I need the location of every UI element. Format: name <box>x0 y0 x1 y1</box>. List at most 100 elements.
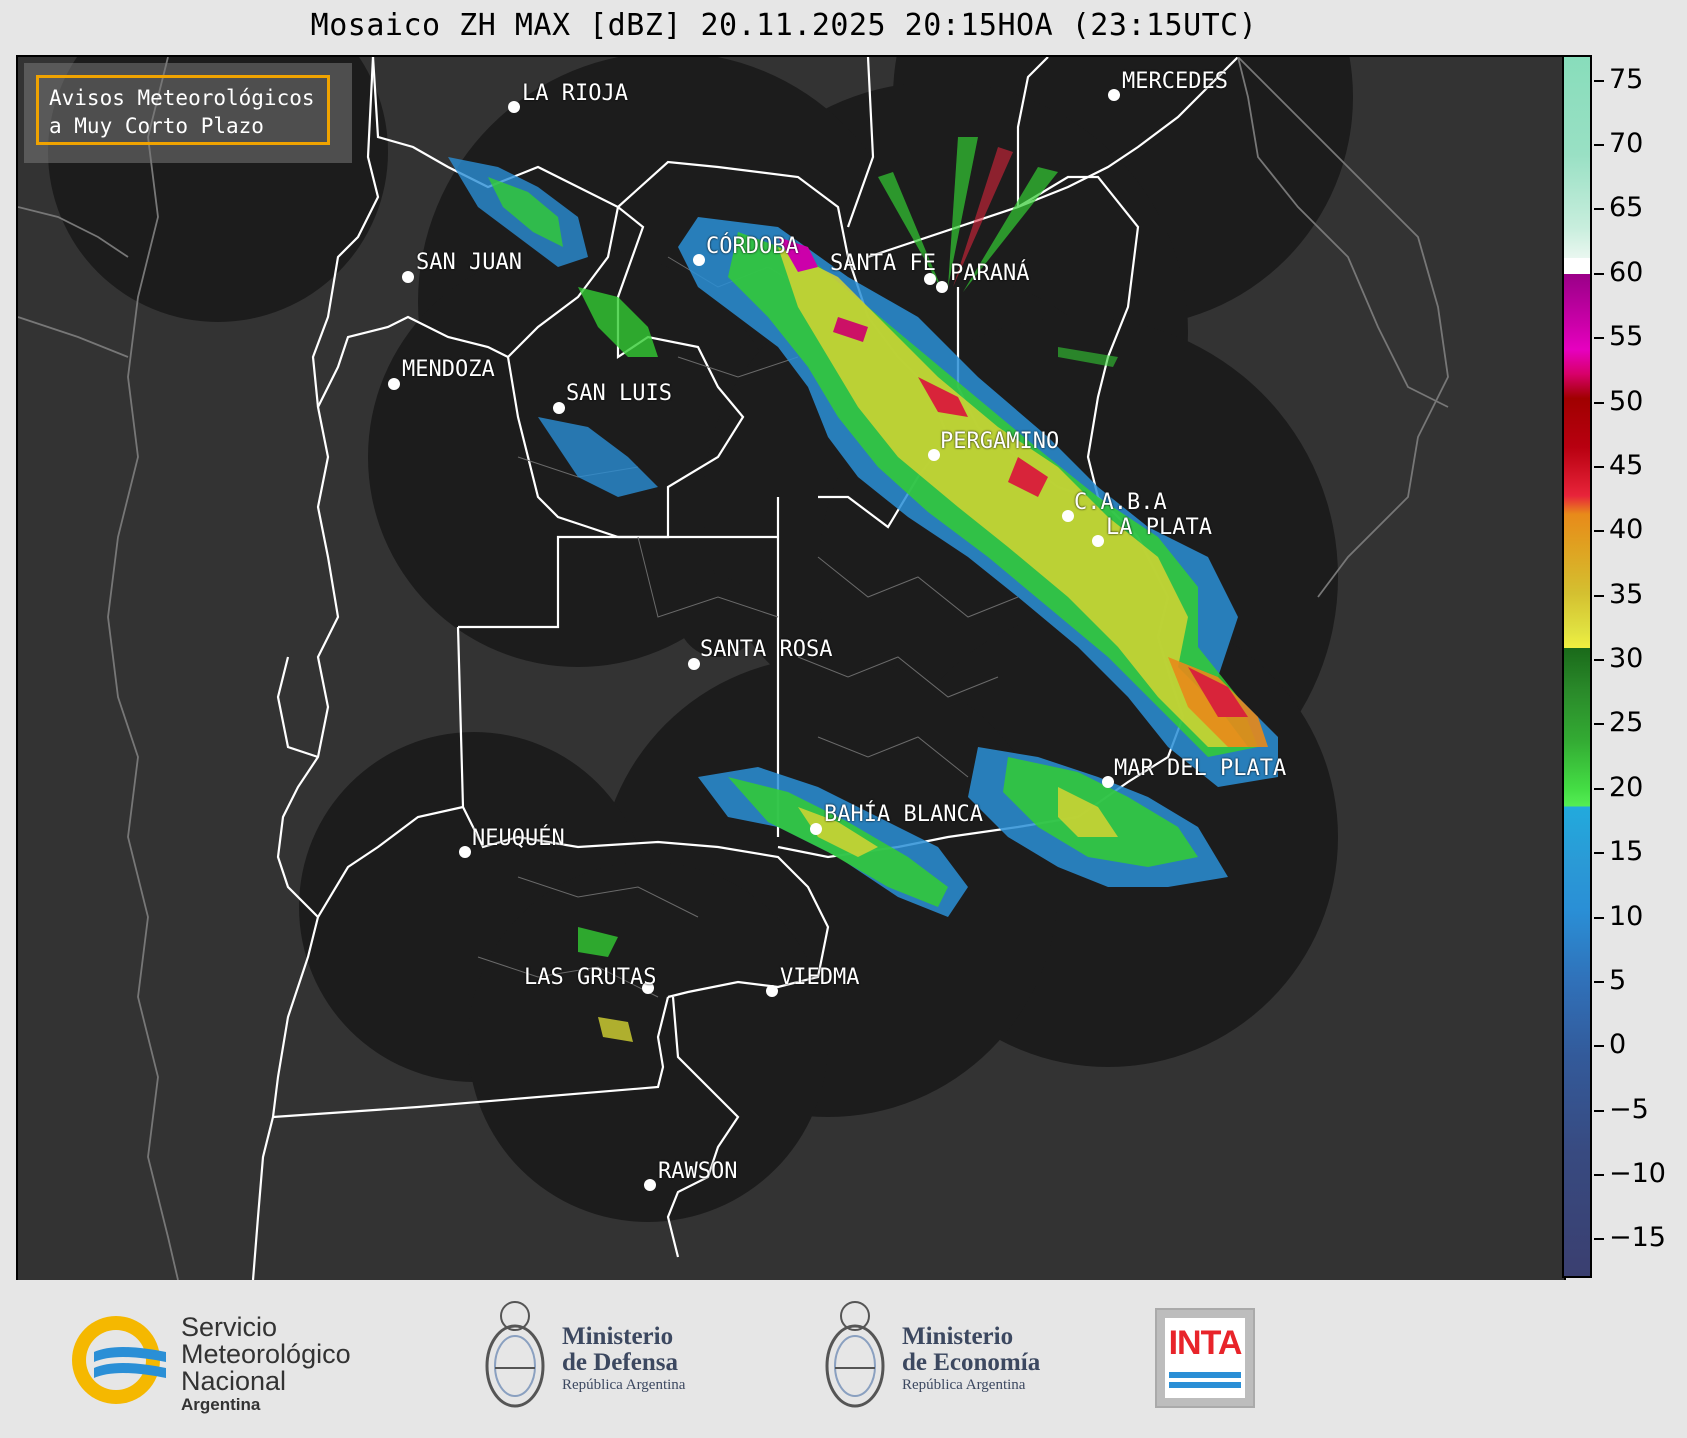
economia-line3: República Argentina <box>902 1377 1026 1393</box>
city-dot <box>766 985 778 997</box>
city-label-cordoba: CÓRDOBA <box>706 234 799 259</box>
colorbar-tick <box>1594 1109 1604 1112</box>
colorbar-tick <box>1594 1238 1604 1241</box>
avisos-panel[interactable]: Avisos Meteorológicos a Muy Corto Plazo <box>24 63 352 163</box>
colorbar-tick <box>1594 272 1604 275</box>
colorbar-tick-label: 20 <box>1609 771 1644 803</box>
colorbar-tick <box>1594 1174 1604 1176</box>
colorbar-tick <box>1594 208 1604 211</box>
colorbar-tick-label: 55 <box>1609 321 1644 353</box>
colorbar-tick-label: 15 <box>1609 836 1644 868</box>
city-dot <box>1102 776 1114 788</box>
city-dot <box>1092 535 1104 547</box>
colorbar-tick <box>1594 852 1604 855</box>
city-dot <box>936 281 948 293</box>
city-label-san-juan: SAN JUAN <box>416 250 522 275</box>
argentina-shield-icon <box>485 1301 545 1408</box>
avisos-line1: Avisos Meteorológicos <box>49 86 315 110</box>
radar-coverage-lasgrutas <box>468 862 828 1222</box>
colorbar-tick-label: −10 <box>1609 1158 1666 1189</box>
defensa-line1: Ministerio <box>562 1323 674 1350</box>
city-dot <box>810 823 822 835</box>
colorbar-tick <box>1594 530 1604 533</box>
defensa-line3: República Argentina <box>562 1377 686 1393</box>
avisos-line2: a Muy Corto Plazo <box>49 114 264 138</box>
city-dot <box>388 378 400 390</box>
city-dot <box>928 449 940 461</box>
colorbar-tick <box>1594 916 1604 919</box>
smn-line1: Servicio <box>181 1312 278 1342</box>
smn-line3: Nacional <box>181 1366 287 1396</box>
economia-logo[interactable]: Ministerio de Economía República Argenti… <box>820 1296 1060 1416</box>
city-label-neuquen: NEUQUÉN <box>472 826 565 851</box>
city-dot <box>688 658 700 670</box>
colorbar-tick-label: 0 <box>1609 1029 1627 1061</box>
city-label-bahia-blanca: BAHÍA BLANCA <box>824 802 983 827</box>
colorbar-tick-label: 25 <box>1609 707 1644 739</box>
city-label-santa-rosa: SANTA ROSA <box>700 637 833 662</box>
inta-text: INTA <box>1168 1324 1243 1362</box>
inta-logo[interactable]: INTA <box>1155 1308 1255 1408</box>
colorbar-tick-label: 5 <box>1609 964 1627 996</box>
colorbar-tick-label: 45 <box>1609 449 1644 481</box>
colorbar-tick <box>1594 594 1604 597</box>
defensa-line2: de Defensa <box>562 1349 678 1376</box>
inta-stripe <box>1169 1382 1241 1388</box>
city-dot <box>508 101 520 113</box>
colorbar-tick <box>1594 337 1604 340</box>
smn-logo[interactable]: Servicio Meteorológico Nacional Argentin… <box>66 1310 386 1414</box>
city-label-pergamino: PERGAMINO <box>940 429 1060 454</box>
city-dot <box>459 846 471 858</box>
colorbar-tick-label: 35 <box>1609 578 1644 610</box>
avisos-link[interactable]: Avisos Meteorológicos a Muy Corto Plazo <box>36 75 330 145</box>
colorbar-tick-label: 65 <box>1609 192 1644 224</box>
colorbar-tick-label: 40 <box>1609 514 1644 546</box>
colorbar-tick-label: 70 <box>1609 128 1644 160</box>
city-dot <box>553 402 565 414</box>
colorbar-tick-label: 60 <box>1609 256 1644 288</box>
city-dot <box>402 271 414 283</box>
colorbar-tick-label: −5 <box>1609 1093 1649 1125</box>
city-label-santa-fe: SANTA FE <box>830 251 936 276</box>
city-label-viedma: VIEDMA <box>780 965 860 990</box>
smn-emblem-icon <box>72 1316 166 1404</box>
argentina-shield-icon <box>825 1301 885 1408</box>
colorbar-tick <box>1594 465 1604 468</box>
colorbar-tick <box>1594 79 1604 82</box>
colorbar-tick <box>1594 659 1604 662</box>
colorbar-tick <box>1594 401 1604 404</box>
city-label-la-rioja: LA RIOJA <box>522 81 628 106</box>
smn-line4: Argentina <box>181 1395 261 1414</box>
smn-line2: Meteorológico <box>181 1339 351 1369</box>
colorbar-tick <box>1594 980 1604 983</box>
inta-stripe <box>1169 1372 1241 1378</box>
economia-line1: Ministerio <box>902 1323 1014 1350</box>
radar-map[interactable]: Avisos Meteorológicos a Muy Corto Plazo … <box>16 55 1566 1282</box>
city-label-mar-del-plata: MAR DEL PLATA <box>1114 756 1287 781</box>
colorbar-tick-label: −15 <box>1609 1222 1666 1254</box>
colorbar-tick <box>1594 144 1604 147</box>
colorbar-tick-label: 10 <box>1609 900 1644 932</box>
city-dot <box>1062 510 1074 522</box>
colorbar-tick <box>1594 787 1604 790</box>
city-label-san-luis: SAN LUIS <box>566 381 672 406</box>
city-label-rawson: RAWSON <box>658 1159 738 1184</box>
colorbar-tick-label: 30 <box>1609 643 1644 675</box>
footer: Servicio Meteorológico Nacional Argentin… <box>0 1280 1687 1438</box>
colorbar-tick-label: 75 <box>1609 63 1644 95</box>
city-label-mendoza: MENDOZA <box>402 357 495 382</box>
colorbar-tick <box>1594 1045 1604 1048</box>
city-label-caba: C.A.B.A <box>1074 490 1167 515</box>
colorbar-tick-label: 50 <box>1609 385 1644 417</box>
colorbar <box>1562 55 1592 1278</box>
defensa-logo[interactable]: Ministerio de Defensa República Argentin… <box>480 1296 720 1416</box>
city-dot <box>693 254 705 266</box>
map-title: Mosaico ZH MAX [dBZ] 20.11.2025 20:15HOA… <box>310 8 1258 43</box>
economia-line2: de Economía <box>902 1349 1041 1376</box>
city-label-parana: PARANÁ <box>950 261 1030 286</box>
city-dot <box>1108 89 1120 101</box>
city-dot <box>644 1179 656 1191</box>
city-label-la-plata: LA PLATA <box>1106 515 1212 540</box>
city-label-mercedes: MERCEDES <box>1122 69 1228 94</box>
colorbar-tick <box>1594 723 1604 726</box>
